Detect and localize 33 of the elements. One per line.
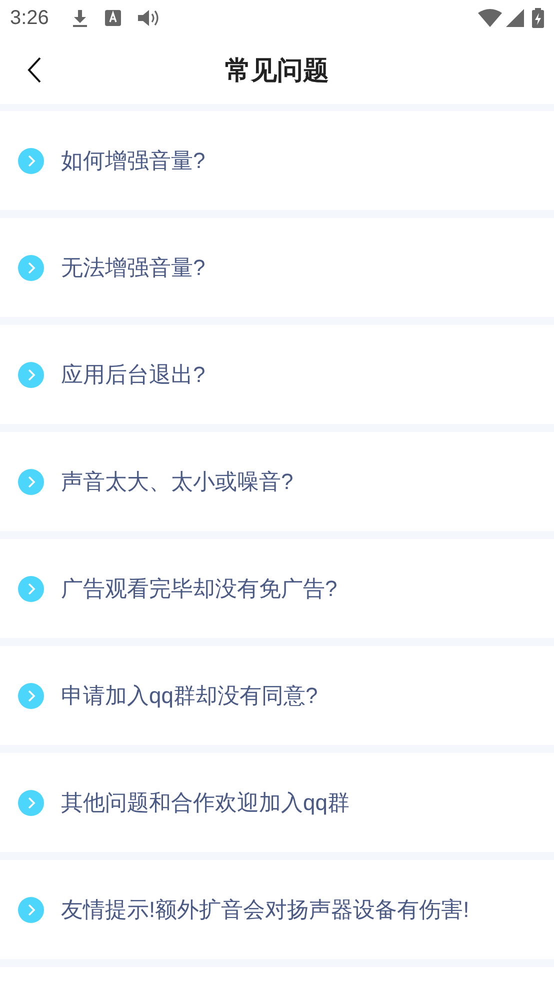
question-item[interactable]: 声音太大、太小或噪音? [0, 432, 554, 531]
chevron-circle-icon [18, 790, 44, 816]
question-text: 如何增强音量? [61, 147, 206, 175]
wifi-icon [478, 9, 502, 27]
question-text: 友情提示!额外扩音会对扬声器设备有伤害! [61, 896, 470, 924]
download-icon [70, 8, 89, 28]
question-item[interactable]: 应用后台退出? [0, 325, 554, 424]
chevron-circle-icon [18, 468, 44, 494]
question-text: 其他问题和合作欢迎加入qq群 [61, 789, 350, 817]
question-item[interactable]: 无法增强音量? [0, 218, 554, 317]
chevron-circle-icon [18, 254, 44, 280]
question-item[interactable]: 友情提示!额外扩音会对扬声器设备有伤害! [0, 860, 554, 959]
keyboard-icon [104, 10, 121, 26]
chevron-circle-icon [18, 896, 44, 922]
volume-icon [136, 8, 161, 28]
question-text: 申请加入qq群却没有同意? [61, 682, 318, 710]
chevron-circle-icon [18, 362, 44, 388]
question-text: 广告观看完毕却没有免广告? [61, 575, 338, 603]
chevron-circle-icon [18, 576, 44, 602]
status-time: 3:26 [10, 6, 49, 31]
question-item[interactable]: 如何增强音量? [0, 111, 554, 210]
question-text: 应用后台退出? [61, 361, 206, 389]
chevron-circle-icon [18, 148, 44, 174]
back-icon [26, 56, 42, 84]
question-item[interactable]: 其他问题和合作欢迎加入qq群 [0, 753, 554, 852]
battery-icon [532, 8, 544, 28]
question-text: 无法增强音量? [61, 254, 206, 282]
signal-icon [506, 9, 524, 27]
question-text: 声音太大、太小或噪音? [61, 468, 294, 496]
question-item[interactable]: 申请加入qq群却没有同意? [0, 646, 554, 745]
chevron-circle-icon [18, 682, 44, 708]
page-title: 常见问题 [225, 54, 329, 86]
question-item[interactable]: 广告观看完毕却没有免广告? [0, 539, 554, 638]
